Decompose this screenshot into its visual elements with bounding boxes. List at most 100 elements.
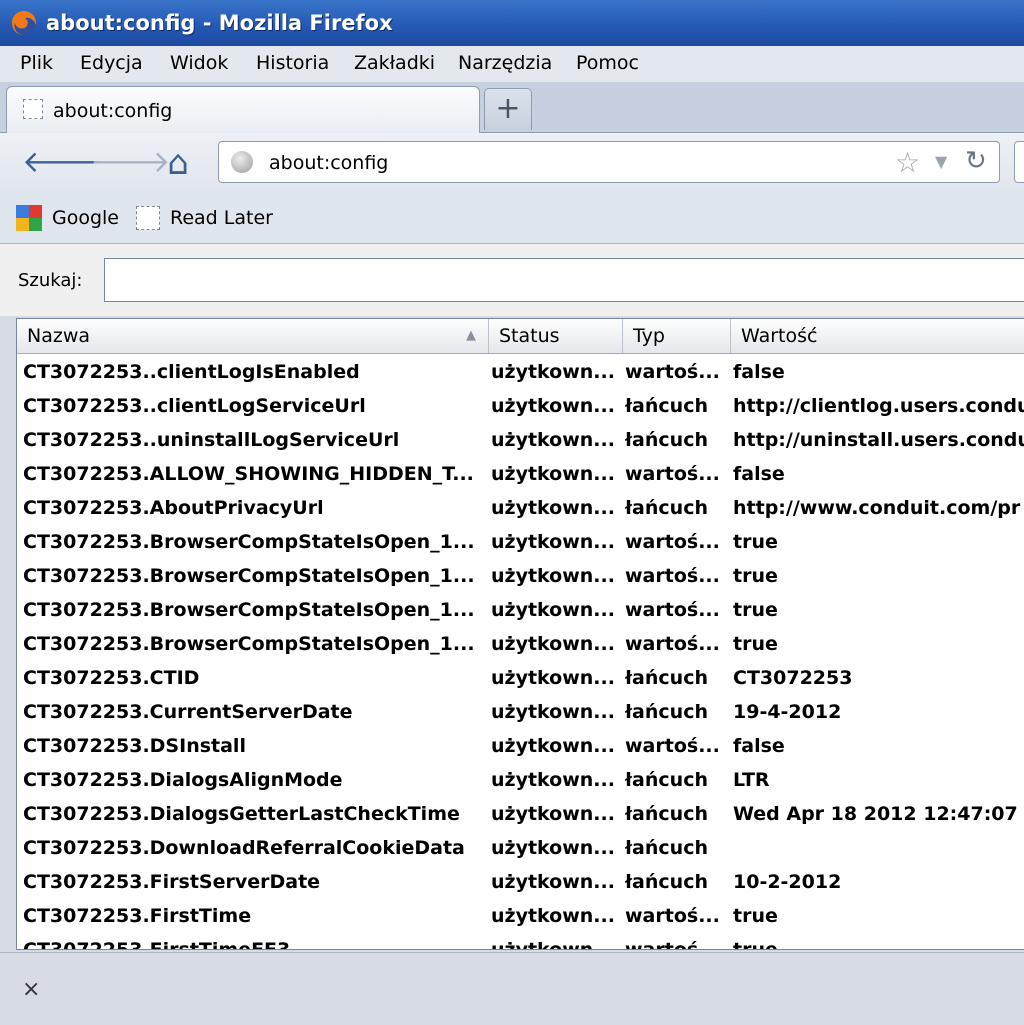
pref-name: CT3072253.FirstTimeFF3 bbox=[23, 939, 291, 950]
pref-type: wartoś... bbox=[625, 599, 720, 621]
pref-name: CT3072253.ALLOW_SHOWING_HIDDEN_T... bbox=[23, 463, 474, 485]
back-button[interactable]: 🡐 bbox=[22, 145, 102, 181]
globe-icon bbox=[231, 151, 253, 173]
pref-value: true bbox=[733, 905, 778, 927]
pref-name: CT3072253.DialogsGetterLastCheckTime bbox=[23, 803, 460, 825]
column-label: Nazwa bbox=[27, 325, 91, 347]
table-header: Nazwa ▲ Status Typ Wartość bbox=[17, 319, 1024, 354]
firefox-icon bbox=[12, 11, 37, 35]
home-button[interactable]: ⌂ bbox=[158, 145, 198, 181]
search-bar[interactable] bbox=[1014, 141, 1024, 183]
window-title: about:config - Mozilla Firefox bbox=[46, 11, 393, 35]
find-bar: × bbox=[0, 952, 1024, 1025]
column-header-typ[interactable]: Typ bbox=[623, 319, 731, 353]
pref-status: użytkown... bbox=[491, 803, 615, 825]
table-row[interactable]: CT3072253.BrowserCompStateIsOpen_1... uż… bbox=[17, 593, 1024, 627]
pref-value: 19-4-2012 bbox=[733, 701, 842, 723]
menu-plik[interactable]: Plik bbox=[20, 52, 53, 74]
pref-name: CT3072253.DownloadReferralCookieData bbox=[23, 837, 465, 859]
bookmarks-toolbar: Google Read Later bbox=[0, 193, 1024, 244]
pref-name: CT3072253.AboutPrivacyUrl bbox=[23, 497, 324, 519]
close-icon[interactable]: × bbox=[22, 977, 40, 1002]
pref-name: CT3072253.CTID bbox=[23, 667, 200, 689]
pref-type: wartoś... bbox=[625, 531, 720, 553]
pref-status: użytkown... bbox=[491, 599, 615, 621]
table-row[interactable]: CT3072253.ALLOW_SHOWING_HIDDEN_T... użyt… bbox=[17, 457, 1024, 491]
menu-edycja[interactable]: Edycja bbox=[80, 52, 143, 74]
pref-status: użytkown... bbox=[491, 701, 615, 723]
table-row[interactable]: CT3072253.FirstTimeFF3 użytkown... warto… bbox=[17, 933, 1024, 950]
reload-icon[interactable]: ↻ bbox=[965, 146, 987, 176]
table-row[interactable]: CT3072253.CTID użytkown... łańcuch CT307… bbox=[17, 661, 1024, 695]
menu-narzedzia[interactable]: Narzędzia bbox=[458, 52, 552, 74]
pref-name: CT3072253.BrowserCompStateIsOpen_1... bbox=[23, 531, 475, 553]
pref-name: CT3072253.BrowserCompStateIsOpen_1... bbox=[23, 633, 475, 655]
pref-status: użytkown... bbox=[491, 463, 615, 485]
table-row[interactable]: CT3072253.DownloadReferralCookieData uży… bbox=[17, 831, 1024, 865]
table-row[interactable]: CT3072253.DSInstall użytkown... wartoś..… bbox=[17, 729, 1024, 763]
pref-status: użytkown... bbox=[491, 429, 615, 451]
table-row[interactable]: CT3072253.DialogsGetterLastCheckTime uży… bbox=[17, 797, 1024, 831]
pref-status: użytkown... bbox=[491, 837, 615, 859]
menu-zakladki[interactable]: Zakładki bbox=[354, 52, 435, 74]
pref-status: użytkown... bbox=[491, 395, 615, 417]
pref-status: użytkown... bbox=[491, 633, 615, 655]
bookmark-google[interactable]: Google bbox=[14, 203, 124, 233]
title-bar[interactable]: about:config - Mozilla Firefox bbox=[0, 0, 1024, 47]
table-row[interactable]: CT3072253.BrowserCompStateIsOpen_1... uż… bbox=[17, 627, 1024, 661]
bookmark-label: Google bbox=[52, 207, 120, 229]
menu-historia[interactable]: Historia bbox=[256, 52, 329, 74]
column-header-status[interactable]: Status bbox=[489, 319, 623, 353]
table-row[interactable]: CT3072253.CurrentServerDate użytkown... … bbox=[17, 695, 1024, 729]
pref-type: łańcuch bbox=[625, 701, 708, 723]
search-input[interactable] bbox=[104, 258, 1024, 302]
config-search-row: Szukaj: bbox=[0, 244, 1024, 316]
pref-value: CT3072253 bbox=[733, 667, 853, 689]
pref-name: CT3072253.FirstServerDate bbox=[23, 871, 321, 893]
table-row[interactable]: CT3072253.FirstServerDate użytkown... ła… bbox=[17, 865, 1024, 899]
new-tab-button[interactable]: + bbox=[484, 88, 532, 130]
page-icon bbox=[23, 99, 43, 119]
forward-button[interactable]: 🡒 bbox=[90, 145, 170, 181]
menu-bar: Plik Edycja Widok Historia Zakładki Narz… bbox=[0, 46, 1024, 82]
pref-value: true bbox=[733, 939, 778, 950]
table-row[interactable]: CT3072253.BrowserCompStateIsOpen_1... uż… bbox=[17, 559, 1024, 593]
column-header-wartosc[interactable]: Wartość bbox=[731, 319, 1024, 353]
menu-widok[interactable]: Widok bbox=[170, 52, 228, 74]
pref-status: użytkown... bbox=[491, 565, 615, 587]
pref-name: CT3072253..uninstallLogServiceUrl bbox=[23, 429, 400, 451]
pref-value: true bbox=[733, 599, 778, 621]
pref-value: true bbox=[733, 531, 778, 553]
table-row[interactable]: CT3072253.FirstTime użytkown... wartoś..… bbox=[17, 899, 1024, 933]
table-row[interactable]: CT3072253..uninstallLogServiceUrl użytko… bbox=[17, 423, 1024, 457]
tab-about-config[interactable]: about:config bbox=[6, 86, 480, 133]
pref-value: true bbox=[733, 633, 778, 655]
table-row[interactable]: CT3072253..clientLogServiceUrl użytkown.… bbox=[17, 389, 1024, 423]
sort-ascending-icon: ▲ bbox=[466, 328, 476, 343]
google-icon bbox=[16, 205, 42, 231]
pref-type: wartoś... bbox=[625, 905, 720, 927]
table-row[interactable]: CT3072253.DialogsAlignMode użytkown... ł… bbox=[17, 763, 1024, 797]
bookmark-read-later[interactable]: Read Later bbox=[136, 203, 286, 233]
dropdown-arrow-icon[interactable]: ▼ bbox=[935, 152, 947, 171]
bookmark-label: Read Later bbox=[170, 207, 273, 229]
column-label: Wartość bbox=[741, 325, 818, 347]
table-row[interactable]: CT3072253.AboutPrivacyUrl użytkown... ła… bbox=[17, 491, 1024, 525]
table-row[interactable]: CT3072253..clientLogIsEnabled użytkown..… bbox=[17, 355, 1024, 389]
pref-name: CT3072253.DSInstall bbox=[23, 735, 246, 757]
url-bar[interactable]: about:config ☆ ▼ ↻ bbox=[218, 141, 1000, 183]
pref-type: wartoś... bbox=[625, 633, 720, 655]
pref-type: łańcuch bbox=[625, 429, 708, 451]
pref-status: użytkown... bbox=[491, 871, 615, 893]
pref-type: wartoś... bbox=[625, 565, 720, 587]
pref-value: Wed Apr 18 2012 12:47:07 G bbox=[733, 803, 1024, 825]
pref-value: LTR bbox=[733, 769, 770, 791]
pref-name: CT3072253.CurrentServerDate bbox=[23, 701, 353, 723]
column-header-nazwa[interactable]: Nazwa ▲ bbox=[17, 319, 489, 353]
pref-value: true bbox=[733, 565, 778, 587]
menu-pomoc[interactable]: Pomoc bbox=[576, 52, 639, 74]
pref-type: łańcuch bbox=[625, 395, 708, 417]
preferences-table[interactable]: Nazwa ▲ Status Typ Wartość CT3072253..cl… bbox=[16, 318, 1024, 950]
table-row[interactable]: CT3072253.BrowserCompStateIsOpen_1... uż… bbox=[17, 525, 1024, 559]
bookmark-star-icon[interactable]: ☆ bbox=[895, 146, 920, 179]
